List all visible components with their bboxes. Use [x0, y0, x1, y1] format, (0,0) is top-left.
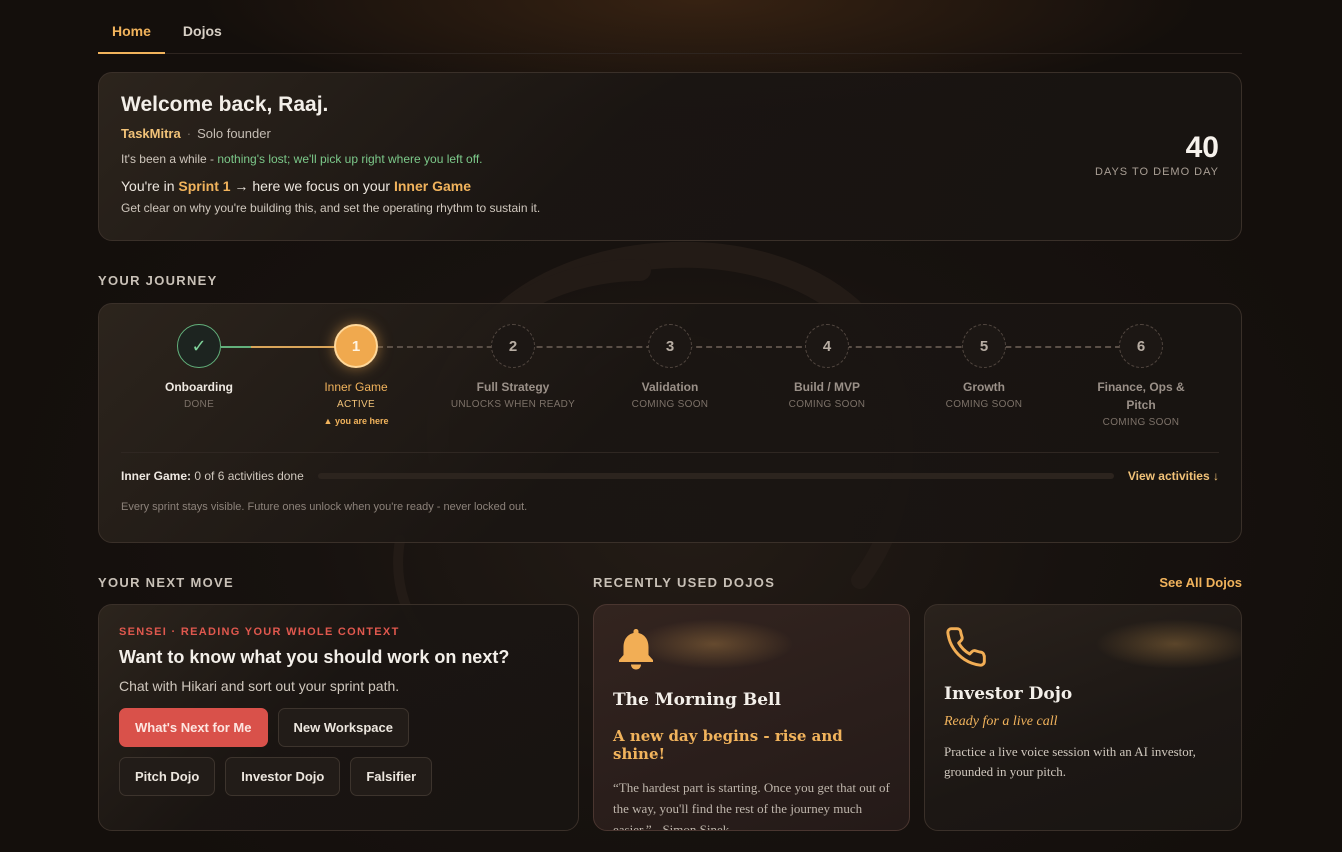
- meta-separator: ·: [186, 126, 192, 141]
- step-name: Onboarding: [165, 380, 233, 394]
- journey-step-finance-ops-pitch[interactable]: 6 Finance, Ops & Pitch COMING SOON: [1066, 324, 1216, 428]
- step-status: COMING SOON: [631, 399, 709, 410]
- step-status: UNLOCKS WHEN READY: [450, 399, 576, 410]
- morning-bell-title: The Morning Bell: [613, 690, 781, 710]
- company-name: TaskMitra: [121, 126, 181, 141]
- progress-count: 0 of 6 activities done: [191, 469, 304, 483]
- sprint-name: Sprint 1: [178, 178, 231, 194]
- next-move-section-title: YOUR NEXT MOVE: [98, 575, 234, 590]
- next-move-subtitle: Chat with Hikari and sort out your sprin…: [119, 678, 400, 694]
- see-all-dojos-link[interactable]: See All Dojos: [1159, 575, 1242, 590]
- days-number: 40: [1185, 131, 1219, 164]
- morning-bell-tagline: A new day begins - rise and shine!: [613, 727, 843, 763]
- journey-step-build-mvp[interactable]: 4 Build / MVP COMING SOON: [752, 324, 902, 410]
- next-move-title: Want to know what you should work on nex…: [119, 647, 510, 667]
- pitch-dojo-button[interactable]: Pitch Dojo: [119, 757, 216, 796]
- view-activities-link[interactable]: View activities ↓: [1128, 469, 1219, 483]
- step-status: COMING SOON: [1102, 417, 1180, 428]
- morning-bell-card[interactable]: The Morning Bell A new day begins - rise…: [593, 604, 910, 831]
- sprint-focus: Inner Game: [393, 178, 471, 194]
- step-status: DONE: [183, 399, 215, 410]
- founder-meta: TaskMitra · Solo founder: [121, 126, 1219, 141]
- step-circle: 6: [1119, 324, 1163, 368]
- sprint-description: Get clear on why you're building this, a…: [121, 201, 541, 215]
- sprint-prefix: You're in: [121, 178, 179, 194]
- step-circle: 4: [805, 324, 849, 368]
- top-tabs: Home Dojos: [98, 0, 1242, 54]
- journey-step-onboarding[interactable]: ✓ Onboarding DONE: [124, 324, 274, 410]
- step-name: Inner Game: [324, 380, 388, 394]
- sprint-progress-bar: [317, 473, 1114, 479]
- main-container: Home Dojos Welcome back, Raaj. TaskMitra…: [98, 0, 1242, 831]
- investor-dojo-title: Investor Dojo: [944, 684, 1073, 704]
- return-message-highlight: nothing's lost; we'll pick up right wher…: [217, 152, 483, 166]
- step-status: COMING SOON: [788, 399, 866, 410]
- sensei-eyebrow: SENSEI · READING YOUR WHOLE CONTEXT: [119, 626, 400, 638]
- investor-dojo-button[interactable]: Investor Dojo: [225, 757, 341, 796]
- journey-step-full-strategy[interactable]: 2 Full Strategy UNLOCKS WHEN READY: [438, 324, 588, 410]
- journey-section-title: YOUR JOURNEY: [98, 273, 218, 288]
- step-circle: 2: [491, 324, 535, 368]
- next-move-card: SENSEI · READING YOUR WHOLE CONTEXT Want…: [98, 604, 579, 831]
- whats-next-button[interactable]: What's Next for Me: [119, 708, 268, 747]
- phone-icon: [946, 627, 986, 667]
- step-name: Finance, Ops & Pitch: [1097, 380, 1185, 412]
- journey-step-growth[interactable]: 5 Growth COMING SOON: [909, 324, 1059, 410]
- falsifier-button[interactable]: Falsifier: [350, 757, 433, 796]
- welcome-title: Welcome back, Raaj.: [121, 93, 329, 116]
- sprint-progress-label: Inner Game: 0 of 6 activities done: [121, 469, 304, 483]
- journey-card: ✓ Onboarding DONE 1 Inner Game ACTIVE ▲ …: [98, 303, 1242, 543]
- journey-step-inner-game[interactable]: 1 Inner Game ACTIVE ▲ you are here: [281, 324, 431, 426]
- sprint-line: You're in Sprint 1 → here we focus on yo…: [121, 178, 1219, 194]
- journey-footnote: Every sprint stays visible. Future ones …: [121, 501, 528, 513]
- next-move-buttons: What's Next for Me New Workspace Pitch D…: [119, 708, 449, 796]
- days-label: DAYS TO DEMO DAY: [1095, 166, 1219, 178]
- step-circle-done: ✓: [177, 324, 221, 368]
- recent-dojos-section-title: RECENTLY USED DOJOS: [593, 575, 776, 590]
- step-status: COMING SOON: [945, 399, 1023, 410]
- step-status: ACTIVE: [337, 399, 375, 410]
- sprint-progress-row: Inner Game: 0 of 6 activities done View …: [121, 453, 1219, 499]
- sprint-middle: → here we focus on your: [230, 178, 394, 194]
- journey-steps: ✓ Onboarding DONE 1 Inner Game ACTIVE ▲ …: [121, 304, 1219, 452]
- investor-dojo-tagline: Ready for a live call: [944, 714, 1058, 729]
- step-name: Validation: [641, 380, 699, 394]
- demo-day-countdown: 40 DAYS TO DEMO DAY: [1095, 131, 1219, 179]
- step-circle: 5: [962, 324, 1006, 368]
- step-name: Build / MVP: [794, 380, 860, 394]
- return-message-prefix: It's been a while -: [121, 152, 218, 166]
- morning-bell-quote: “The hardest part is starting. Once you …: [613, 780, 890, 831]
- return-message: It's been a while - nothing's lost; we'l…: [121, 152, 1219, 166]
- progress-sprint-name: Inner Game:: [121, 469, 192, 483]
- step-name: Growth: [963, 380, 1005, 394]
- tab-dojos[interactable]: Dojos: [169, 23, 236, 53]
- bell-icon: [619, 629, 653, 670]
- step-name: Full Strategy: [476, 380, 550, 394]
- step-circle: 3: [648, 324, 692, 368]
- founder-role: Solo founder: [197, 126, 271, 141]
- card-glow: [1095, 619, 1241, 669]
- investor-dojo-description: Practice a live voice session with an AI…: [944, 744, 1196, 779]
- new-workspace-button[interactable]: New Workspace: [277, 708, 409, 747]
- you-are-here-marker: ▲ you are here: [323, 416, 389, 426]
- tab-home[interactable]: Home: [98, 23, 165, 54]
- step-circle-active: 1: [334, 324, 378, 368]
- investor-dojo-card[interactable]: Investor Dojo Ready for a live call Prac…: [924, 604, 1242, 831]
- welcome-card: Welcome back, Raaj. TaskMitra · Solo found…: [98, 72, 1242, 241]
- journey-step-validation[interactable]: 3 Validation COMING SOON: [595, 324, 745, 410]
